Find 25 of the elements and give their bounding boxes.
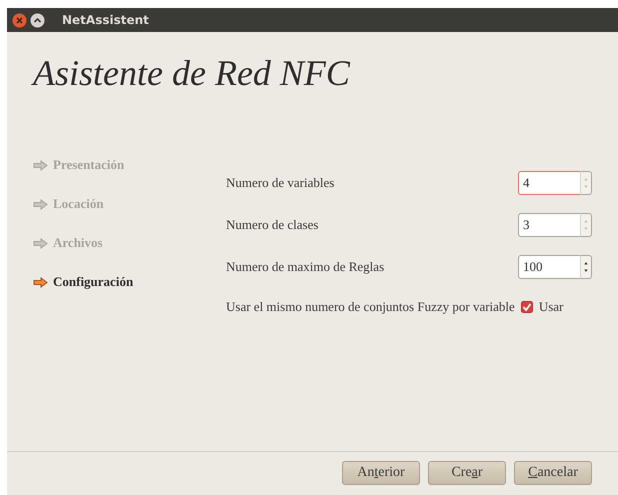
checkbox-label: Usar [538, 299, 564, 315]
wizard-button[interactable]: Cancelar [514, 461, 592, 485]
number-field[interactable]: 100 [518, 255, 580, 279]
wizard-button[interactable]: Anterior [342, 461, 420, 485]
close-icon[interactable] [12, 12, 27, 28]
wizard-button[interactable]: Crear [428, 461, 506, 485]
field-label: Numero de variables [226, 175, 334, 191]
wizard-step: Archivos [33, 235, 103, 251]
maximize-icon[interactable] [30, 12, 45, 28]
wizard-step: Configuración [33, 274, 134, 290]
arrow-icon [33, 160, 48, 170]
wizard-step: Presentación [33, 157, 124, 173]
arrow-icon [33, 238, 48, 248]
option-label: Usar el mismo numero de conjuntos Fuzzy por variable [226, 299, 515, 315]
field-label: Numero de maximo de Reglas [226, 259, 384, 275]
window-title: NetAssistent [62, 13, 149, 27]
number-field[interactable]: 4 [518, 171, 580, 195]
checkbox[interactable] [520, 301, 533, 313]
number-field[interactable]: 3 [518, 213, 580, 237]
field-label: Numero de clases [226, 217, 318, 233]
arrow-icon [33, 276, 48, 288]
wizard-step: Locación [33, 196, 104, 212]
spin-arrows-icon[interactable] [580, 255, 592, 279]
wizard-heading: Asistente de Red NFC [33, 52, 350, 94]
arrow-icon [33, 198, 48, 210]
